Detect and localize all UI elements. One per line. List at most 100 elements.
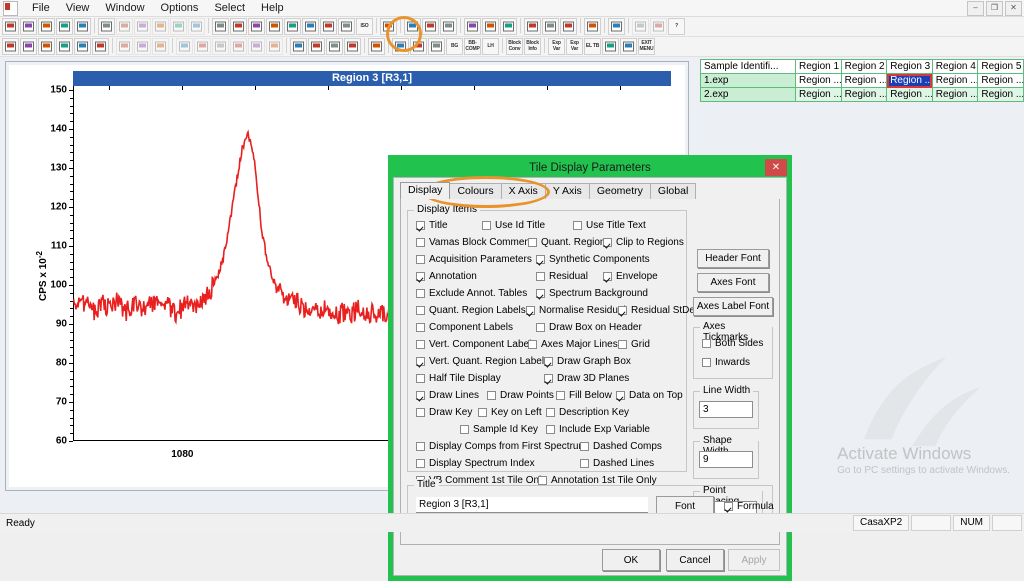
el-tb-button[interactable]: EL TB <box>584 38 601 55</box>
spectrum-wave-button[interactable] <box>428 38 445 55</box>
lh-fit-button[interactable]: LH <box>482 38 499 55</box>
cell-r1c2[interactable]: Region ... <box>840 73 888 88</box>
menu-item-window[interactable]: Window <box>97 0 152 16</box>
exp-var-button[interactable]: Exp Var <box>548 38 565 55</box>
checkbox-sample-id-key[interactable]: Sample Id Key <box>460 424 538 435</box>
cell-r2c4[interactable]: Region ... <box>931 87 979 102</box>
checkbox-vert-component-labels[interactable]: Vert. Component Labels <box>416 339 536 350</box>
minimize-button[interactable]: – <box>967 1 984 16</box>
tab-display[interactable]: Display <box>400 182 451 199</box>
title-text-input[interactable]: Region 3 [R3,1] <box>416 497 648 513</box>
cascade-button[interactable] <box>344 38 361 55</box>
checkbox-key-on-left[interactable]: Key on Left <box>478 407 542 418</box>
copy-button[interactable] <box>98 18 115 35</box>
open-button[interactable] <box>20 18 37 35</box>
spectrum-plot-button[interactable] <box>410 38 427 55</box>
close-button[interactable]: ✕ <box>1005 1 1022 16</box>
tab-global[interactable]: Global <box>649 183 697 199</box>
new-button[interactable] <box>2 18 19 35</box>
exit-menu-button[interactable]: EXIT MENU <box>638 38 655 55</box>
checkbox-dashed-lines[interactable]: Dashed Lines <box>580 458 654 469</box>
checkbox-formula[interactable]: Formula <box>724 501 774 512</box>
checkbox-draw-graph-box[interactable]: Draw Graph Box <box>544 356 631 367</box>
tile-yellow-button[interactable] <box>2 38 19 55</box>
cell-r1c5[interactable]: Region ... <box>977 73 1024 88</box>
delete-button[interactable] <box>608 18 625 35</box>
cell-r1c3-selected[interactable]: Region ... <box>886 73 933 88</box>
checkbox-envelope[interactable]: Envelope <box>603 271 658 282</box>
checkbox-display-comps-first-spectrum[interactable]: Display Comps from First Spectrum <box>416 441 587 452</box>
table-row[interactable]: 2.exp Region ... Region ... Region ... R… <box>700 87 1024 102</box>
checkbox-vamas-block-comment[interactable]: Vamas Block Comment <box>416 237 533 248</box>
menu-item-file[interactable]: File <box>24 0 58 16</box>
save-red-5-button[interactable] <box>338 18 355 35</box>
tile-display-parameters-button[interactable] <box>422 18 439 35</box>
save-button[interactable] <box>56 18 73 35</box>
save-block-button[interactable] <box>230 18 247 35</box>
cell-r1c4[interactable]: Region ... <box>931 73 979 88</box>
menu-item-help[interactable]: Help <box>253 0 292 16</box>
tab-x-axis[interactable]: X Axis <box>500 183 546 199</box>
marker-button[interactable] <box>464 18 481 35</box>
exp-var-active-button[interactable]: Exp Var <box>566 38 583 55</box>
save-vamas-button[interactable] <box>212 18 229 35</box>
menu-item-view[interactable]: View <box>58 0 98 16</box>
annotate-green-button[interactable] <box>620 38 637 55</box>
checkbox-normalise-residual[interactable]: Normalise Residual <box>526 305 626 316</box>
checkbox-draw-points[interactable]: Draw Points <box>487 390 554 401</box>
checkbox-description-key[interactable]: Description Key <box>546 407 629 418</box>
quantify-button[interactable] <box>368 38 385 55</box>
save-red-1-button[interactable] <box>266 18 283 35</box>
tab-geometry[interactable]: Geometry <box>588 183 651 199</box>
checkbox-quant-regions[interactable]: Quant. Regions <box>528 237 611 248</box>
arrange-button[interactable] <box>308 38 325 55</box>
peak-label-button[interactable] <box>602 38 619 55</box>
overlay-multi-button[interactable] <box>542 18 559 35</box>
checkbox-display-spectrum-index[interactable]: Display Spectrum Index <box>416 458 535 469</box>
tile-colour-button[interactable] <box>440 18 457 35</box>
checkbox-include-exp-variable[interactable]: Include Exp Variable <box>546 424 650 435</box>
checkbox-vert-quant-region-labels[interactable]: Vert. Quant. Region Labels <box>416 356 549 367</box>
overlay-cyan-button[interactable] <box>560 18 577 35</box>
checkbox-clip-to-regions[interactable]: Clip to Regions <box>603 237 684 248</box>
checkbox-synthetic-components[interactable]: Synthetic Components <box>536 254 650 265</box>
tab-y-axis[interactable]: Y Axis <box>544 183 590 199</box>
tile-white-button[interactable] <box>404 18 421 35</box>
checkbox-use-id-title[interactable]: Use Id Title <box>482 220 545 231</box>
checkbox-draw-box-on-header[interactable]: Draw Box on Header <box>536 322 642 333</box>
line-width-input[interactable]: 3 <box>699 401 753 418</box>
checkbox-spectrum-background[interactable]: Spectrum Background <box>536 288 648 299</box>
checkbox-title[interactable]: Title <box>416 220 448 231</box>
tile-magenta-button[interactable] <box>38 38 55 55</box>
save-as-button[interactable] <box>74 18 91 35</box>
grid-red-button[interactable] <box>92 38 109 55</box>
checkbox-inwards[interactable]: Inwards <box>702 357 750 368</box>
checkbox-fill-below[interactable]: Fill Below <box>556 390 612 401</box>
checkbox-exclude-annot-tables[interactable]: Exclude Annot. Tables <box>416 288 527 299</box>
checkbox-grid[interactable]: Grid <box>618 339 650 350</box>
tile-arrange-button[interactable] <box>326 38 343 55</box>
checkbox-annotation[interactable]: Annotation <box>416 271 477 282</box>
background-button[interactable]: BG <box>446 38 463 55</box>
checkbox-residual-stdev[interactable]: Residual StDev <box>618 305 700 316</box>
checkbox-draw-lines[interactable]: Draw Lines <box>416 390 479 401</box>
iso-export-button[interactable]: ISO <box>356 18 373 35</box>
menu-item-select[interactable]: Select <box>206 0 253 16</box>
axes-font-button[interactable]: Axes Font <box>697 273 769 292</box>
save-red-4-button[interactable] <box>320 18 337 35</box>
save-copy-button[interactable] <box>248 18 265 35</box>
header-font-button[interactable]: Header Font <box>697 249 769 268</box>
table-row[interactable]: 1.exp Region ... Region ... Region ... R… <box>700 73 1024 88</box>
spectrum-window-button[interactable] <box>392 38 409 55</box>
checkbox-axes-major-lines[interactable]: Axes Major Lines <box>528 339 618 350</box>
checkbox-draw-3d-planes[interactable]: Draw 3D Planes <box>544 373 629 384</box>
cell-r2c3[interactable]: Region ... <box>886 87 933 102</box>
checkbox-both-sides[interactable]: Both Sides <box>702 338 763 349</box>
checkbox-half-tile-display[interactable]: Half Tile Display <box>416 373 501 384</box>
checkbox-dashed-comps[interactable]: Dashed Comps <box>580 441 662 452</box>
cell-r2c5[interactable]: Region ... <box>977 87 1024 102</box>
help-button[interactable]: ? <box>668 18 685 35</box>
checkbox-acquisition-parameters[interactable]: Acquisition Parameters <box>416 254 532 265</box>
snapshot-button[interactable] <box>584 18 601 35</box>
cancel-button[interactable]: Cancel <box>666 549 724 571</box>
